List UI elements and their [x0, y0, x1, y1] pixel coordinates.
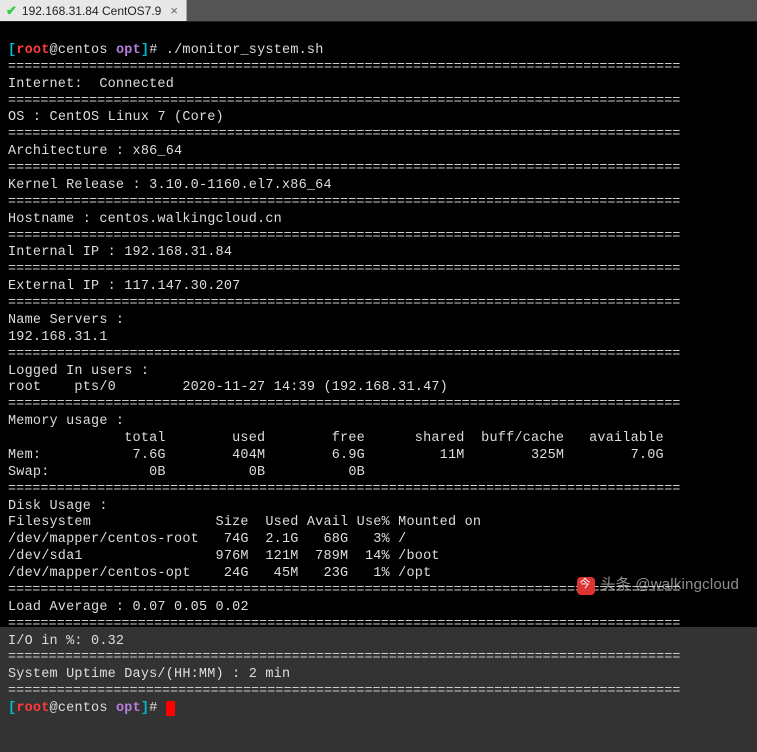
- separator: ========================================…: [8, 347, 680, 362]
- internet-line: Internet: Connected: [8, 77, 174, 92]
- terminal-tab[interactable]: ✔ 192.168.31.84 CentOS7.9 ×: [0, 0, 187, 21]
- logged-users-label: Logged In users :: [8, 364, 149, 379]
- external-ip-line: External IP : 117.147.30.207: [8, 279, 240, 294]
- disk-row: /dev/sda1 976M 121M 789M 14% /boot: [8, 549, 440, 564]
- memory-label: Memory usage :: [8, 414, 124, 429]
- separator: ========================================…: [8, 684, 680, 699]
- nameservers-label: Name Servers :: [8, 313, 124, 328]
- shell-prompt: [root@centos opt]#: [8, 701, 166, 716]
- terminal[interactable]: [root@centos opt]# ./monitor_system.sh =…: [0, 22, 757, 627]
- separator: ========================================…: [8, 60, 680, 75]
- internal-ip-line: Internal IP : 192.168.31.84: [8, 245, 232, 260]
- disk-row: /dev/mapper/centos-opt 24G 45M 23G 1% /o…: [8, 566, 431, 581]
- separator: ========================================…: [8, 229, 680, 244]
- separator: ========================================…: [8, 195, 680, 210]
- connected-icon: ✔: [6, 3, 17, 19]
- close-icon[interactable]: ×: [170, 3, 178, 18]
- arch-line: Architecture : x86_64: [8, 144, 182, 159]
- tab-title: 192.168.31.84 CentOS7.9: [22, 4, 161, 18]
- tab-bar: ✔ 192.168.31.84 CentOS7.9 ×: [0, 0, 757, 22]
- separator: ========================================…: [8, 482, 680, 497]
- kernel-line: Kernel Release : 3.10.0-1160.el7.x86_64: [8, 178, 332, 193]
- separator: ========================================…: [8, 650, 680, 665]
- disk-label: Disk Usage :: [8, 499, 108, 514]
- load-line: Load Average : 0.07 0.05 0.02: [8, 600, 249, 615]
- memory-row: Mem: 7.6G 404M 6.9G 11M 325M 7.0G: [8, 448, 664, 463]
- separator: ========================================…: [8, 127, 680, 142]
- separator: ========================================…: [8, 161, 680, 176]
- separator: ========================================…: [8, 397, 680, 412]
- os-line: OS : CentOS Linux 7 (Core): [8, 110, 224, 125]
- separator: ========================================…: [8, 94, 680, 109]
- memory-header: total used free shared buff/cache availa…: [8, 431, 664, 446]
- separator: ========================================…: [8, 262, 680, 277]
- separator: ========================================…: [8, 583, 680, 598]
- disk-header: Filesystem Size Used Avail Use% Mounted …: [8, 515, 481, 530]
- shell-prompt: [root@centos opt]# ./monitor_system.sh: [8, 43, 324, 58]
- nameservers-value: 192.168.31.1: [8, 330, 108, 345]
- hostname-line: Hostname : centos.walkingcloud.cn: [8, 212, 282, 227]
- disk-row: /dev/mapper/centos-root 74G 2.1G 68G 3% …: [8, 532, 406, 547]
- cursor-icon: [166, 701, 175, 716]
- memory-row: Swap: 0B 0B 0B: [8, 465, 365, 480]
- separator: ========================================…: [8, 617, 680, 632]
- io-line: I/O in %: 0.32: [8, 634, 124, 649]
- command-text: ./monitor_system.sh: [166, 43, 324, 58]
- uptime-line: System Uptime Days/(HH:MM) : 2 min: [8, 667, 290, 682]
- logged-users-row: root pts/0 2020-11-27 14:39 (192.168.31.…: [8, 380, 448, 395]
- separator: ========================================…: [8, 296, 680, 311]
